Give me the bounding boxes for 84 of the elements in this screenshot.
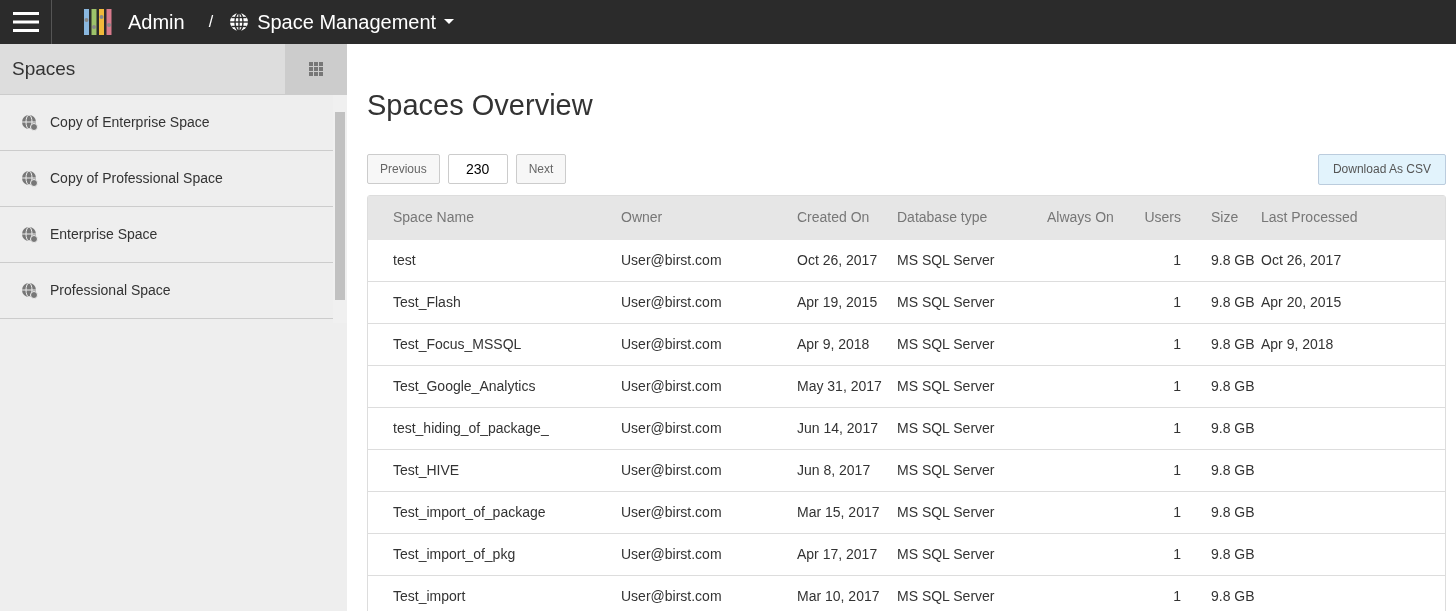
table-cell: User@birst.com [621,335,722,352]
table-cell: Test_Google_Analytics [393,377,536,394]
grid-view-button[interactable] [285,43,347,95]
table-cell: Apr 19, 2015 [797,293,878,310]
table-cell: MS SQL Server [897,461,995,478]
table-cell: 9.8 GB [1211,293,1255,310]
download-csv-button[interactable]: Download As CSV [1317,153,1446,185]
globe-icon [22,282,38,299]
table-cell: Test_Focus_MSSQL [393,335,522,352]
table-cell: User@birst.com [621,545,722,562]
table-cell: 9.8 GB [1211,503,1255,520]
table-cell: 9.8 GB [1211,545,1255,562]
table-cell: 1 [1173,293,1181,310]
column-header: Owner [621,208,664,227]
column-header: Always On [1047,208,1115,227]
menu-icon [12,11,39,33]
table-cell: 9.8 GB [1211,335,1255,352]
table-cell: User@birst.com [621,587,722,604]
next-button[interactable]: Next [515,154,567,184]
table-cell: Apr 20, 2015 [1261,293,1342,310]
table-cell: Test_import_of_package [393,503,546,520]
breadcrumb-separator: / [208,12,214,32]
table-cell: Jun 8, 2017 [797,461,871,478]
table-cell: 9.8 GB [1211,419,1255,436]
table-cell: Mar 15, 2017 [797,503,880,520]
table-cell: MS SQL Server [897,419,995,436]
table-cell: Oct 26, 2017 [797,251,878,268]
column-header: Users [1143,208,1181,227]
table-cell: 1 [1173,335,1181,352]
globe-icon [229,12,250,32]
previous-button[interactable]: Previous [367,154,440,184]
table-cell: Oct 26, 2017 [1261,251,1342,268]
table-cell: MS SQL Server [897,251,995,268]
caret-icon [444,19,455,25]
page-input[interactable]: 230 [447,154,508,184]
table-cell: Jun 14, 2017 [797,419,878,436]
section-dropdown[interactable]: Space Management [229,7,455,37]
table-cell: User@birst.com [621,377,722,394]
table-cell: 1 [1173,377,1181,394]
table-cell: 9.8 GB [1211,377,1255,394]
table-cell: Mar 10, 2017 [797,587,880,604]
table-cell: Test_HIVE [393,461,460,478]
column-header: Size [1210,208,1240,227]
table-cell: Test_import [393,587,466,604]
table-cell: Test_import_of_pkg [393,545,516,562]
table-cell: MS SQL Server [897,377,995,394]
table-cell: 1 [1173,419,1181,436]
table-cell: MS SQL Server [897,335,995,352]
table-cell: test_hiding_of_package_ [393,419,549,436]
table-cell: 1 [1173,545,1181,562]
table-cell: MS SQL Server [897,587,995,604]
page-title: Spaces Overview [367,88,594,123]
table-cell: 9.8 GB [1211,461,1255,478]
grid-icon [309,62,323,76]
column-header: Space Name [392,208,475,227]
column-header: Database type [897,208,989,227]
globe-icon [22,114,38,131]
table-cell: May 31, 2017 [797,377,882,394]
table-cell: test [393,251,416,268]
globe-icon [22,170,38,187]
table-cell: Apr 9, 2018 [1261,335,1334,352]
table-cell: User@birst.com [621,503,722,520]
table-cell: Apr 9, 2018 [797,335,870,352]
table-cell: 9.8 GB [1211,251,1255,268]
table-cell: 9.8 GB [1211,587,1255,604]
table-cell: 1 [1173,251,1181,268]
table-cell: User@birst.com [621,419,722,436]
table-cell: Test_Flash [393,293,461,310]
table-cell: 1 [1173,503,1181,520]
table-cell: MS SQL Server [897,293,995,310]
app-title: Admin [128,10,185,35]
logo-icon [84,9,112,35]
table-cell: MS SQL Server [897,503,995,520]
table-cell: 1 [1173,587,1181,604]
table-cell: User@birst.com [621,461,722,478]
column-header: Last Processed [1261,208,1358,227]
table-cell: MS SQL Server [897,545,995,562]
column-header: Created On [797,208,871,227]
table-cell: Apr 17, 2017 [797,545,878,562]
table-cell: User@birst.com [621,293,722,310]
table-cell: User@birst.com [621,251,722,268]
table-cell: 1 [1173,461,1181,478]
globe-icon [22,226,38,243]
sidebar-title: Spaces [11,56,76,81]
